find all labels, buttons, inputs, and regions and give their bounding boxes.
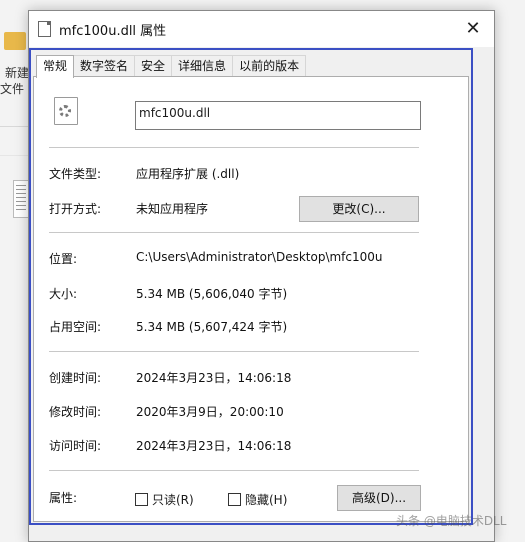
document-icon: [13, 180, 29, 218]
folder-icon: [4, 32, 26, 50]
open-with-value: 未知应用程序: [136, 202, 209, 216]
size-value: 5.34 MB (5,606,040 字节): [136, 287, 288, 301]
folder-label: 新建: [5, 66, 30, 80]
location-value: C:\Users\Administrator\Desktop\mfc100u: [136, 250, 383, 264]
file-type-label: 文件类型:: [49, 167, 102, 181]
created-label: 创建时间:: [49, 371, 102, 385]
divider: [49, 351, 419, 352]
window-title: mfc100u.dll 属性: [59, 24, 167, 39]
size-label: 大小:: [49, 287, 78, 301]
tab-digital-signatures[interactable]: 数字签名: [73, 55, 136, 77]
divider: [0, 155, 30, 156]
title-bar: mfc100u.dll 属性 ✕: [29, 11, 494, 47]
readonly-checkbox[interactable]: 只读(R): [135, 491, 194, 508]
divider: [49, 147, 419, 148]
created-value: 2024年3月23日，14:06:18: [136, 371, 292, 385]
accessed-value: 2024年3月23日，14:06:18: [136, 439, 292, 453]
change-button[interactable]: 更改(C)...: [299, 196, 419, 222]
close-button[interactable]: ✕: [458, 15, 488, 43]
dll-file-icon: [54, 97, 78, 125]
divider: [49, 232, 419, 233]
file-type-value: 应用程序扩展 (.dll): [136, 167, 240, 181]
file-name-input[interactable]: mfc100u.dll: [135, 101, 421, 130]
tab-general[interactable]: 常规: [36, 55, 75, 78]
tab-bar: 常规 数字签名 安全 详细信息 以前的版本: [36, 55, 307, 78]
watermark: 头条 @电脑技术DLL: [396, 514, 507, 528]
checkbox-box[interactable]: [135, 493, 148, 506]
attributes-label: 属性:: [49, 491, 78, 505]
hidden-checkbox[interactable]: 隐藏(H): [228, 491, 287, 508]
modified-label: 修改时间:: [49, 405, 102, 419]
readonly-label: 只读(R): [152, 493, 194, 507]
advanced-button[interactable]: 高级(D)...: [337, 485, 421, 511]
tab-security[interactable]: 安全: [134, 55, 173, 77]
file-icon: [38, 21, 51, 37]
divider: [49, 470, 419, 471]
tab-previous-versions[interactable]: 以前的版本: [232, 55, 307, 77]
disk-size-label: 占用空间:: [49, 320, 102, 334]
gear-icon: [59, 105, 71, 117]
disk-size-value: 5.34 MB (5,607,424 字节): [136, 320, 288, 334]
modified-value: 2020年3月9日，20:00:10: [136, 405, 284, 419]
divider: [0, 126, 30, 127]
folder-label: 文件: [0, 82, 25, 96]
tab-details[interactable]: 详细信息: [171, 55, 234, 77]
accessed-label: 访问时间:: [49, 439, 102, 453]
checkbox-box[interactable]: [228, 493, 241, 506]
hidden-label: 隐藏(H): [245, 493, 288, 507]
location-label: 位置:: [49, 252, 78, 266]
open-with-label: 打开方式:: [49, 202, 102, 216]
